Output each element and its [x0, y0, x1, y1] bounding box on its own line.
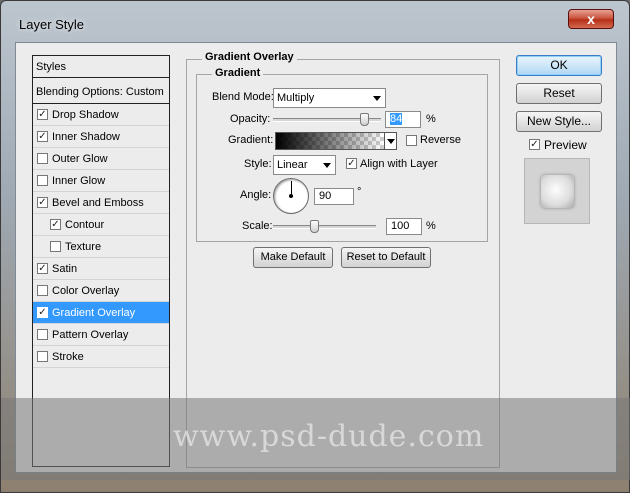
style-item-label: Gradient Overlay [52, 307, 136, 319]
preview-thumbnail [524, 158, 590, 224]
style-item-checkbox[interactable]: ✓ [37, 109, 48, 120]
style-item-contour[interactable]: ✓ Contour [33, 214, 169, 236]
style-item-outer-glow[interactable]: Outer Glow [33, 148, 169, 170]
style-item-drop-shadow[interactable]: ✓ Drop Shadow [33, 104, 169, 126]
blend-mode-select[interactable]: Multiply [273, 88, 386, 108]
chevron-down-icon [387, 139, 395, 144]
style-item-color-overlay[interactable]: Color Overlay [33, 280, 169, 302]
align-with-layer-checkbox[interactable]: ✓ [346, 158, 357, 169]
reset-to-default-button[interactable]: Reset to Default [341, 247, 431, 268]
gradient-overlay-title: Gradient Overlay [202, 51, 297, 63]
style-item-label: Drop Shadow [52, 109, 119, 121]
angle-input[interactable]: 90 [314, 188, 354, 205]
style-item-inner-shadow[interactable]: ✓ Inner Shadow [33, 126, 169, 148]
style-item-stroke[interactable]: Stroke [33, 346, 169, 368]
make-default-button[interactable]: Make Default [253, 247, 333, 268]
ok-button[interactable]: OK [516, 55, 602, 76]
style-item-label: Texture [65, 241, 102, 253]
style-item-checkbox[interactable] [37, 175, 48, 186]
chevron-down-icon [373, 96, 381, 101]
angle-dial[interactable] [273, 178, 309, 214]
style-item-label: Pattern Overlay [52, 329, 129, 341]
style-item-label: Stroke [52, 351, 84, 363]
gradient-label: Gradient: [228, 134, 274, 146]
chevron-down-icon [323, 163, 331, 168]
style-item-bevel-and-emboss[interactable]: ✓ Bevel and Emboss [33, 192, 169, 214]
style-item-inner-glow[interactable]: Inner Glow [33, 170, 169, 192]
dialog-title: Layer Style [19, 17, 85, 32]
close-button[interactable]: x [568, 9, 614, 29]
style-item-checkbox[interactable] [50, 241, 61, 252]
style-item-texture[interactable]: Texture [33, 236, 169, 258]
gradient-title: Gradient [212, 67, 264, 79]
scale-slider-track[interactable] [273, 225, 376, 229]
opacity-label: Opacity: [230, 113, 271, 125]
angle-label: Angle: [240, 189, 272, 201]
style-item-gradient-overlay[interactable]: ✓ Gradient Overlay [33, 302, 169, 324]
opacity-input[interactable]: 84 [385, 111, 421, 128]
reset-button[interactable]: Reset [516, 83, 602, 104]
opacity-value: 84 [390, 113, 403, 125]
style-item-checkbox[interactable] [37, 329, 48, 340]
reverse-label: Reverse [420, 134, 461, 146]
preview-swatch [541, 175, 574, 208]
style-item-label: Satin [52, 263, 78, 275]
angle-value: 90 [319, 190, 332, 202]
style-item-satin[interactable]: ✓ Satin [33, 258, 169, 280]
align-with-layer-label: Align with Layer [360, 158, 438, 170]
title-bar[interactable]: Layer Style x [1, 1, 629, 41]
style-item-label: Color Overlay [52, 285, 120, 297]
style-item-checkbox[interactable]: ✓ [37, 307, 48, 318]
blend-mode-value: Multiply [277, 92, 315, 104]
style-item-label: Bevel and Emboss [52, 197, 144, 209]
preview-label: Preview [544, 138, 587, 152]
style-item-checkbox[interactable] [37, 153, 48, 164]
style-item-checkbox[interactable] [37, 285, 48, 296]
angle-dial-center [289, 194, 293, 198]
style-item-label: Inner Glow [52, 175, 106, 187]
style-item-label: Outer Glow [52, 153, 108, 165]
scale-slider-thumb[interactable] [310, 220, 320, 233]
blending-options-item[interactable]: Blending Options: Custom [33, 80, 169, 104]
style-item-label: Contour [65, 219, 105, 231]
style-item-checkbox[interactable]: ✓ [37, 197, 48, 208]
blend-mode-label: Blend Mode: [212, 91, 274, 103]
style-label: Style: [244, 158, 272, 170]
scale-input[interactable]: 100 [386, 218, 422, 235]
preview-checkbox[interactable]: ✓ [529, 139, 540, 150]
gradient-dropdown-button[interactable] [384, 132, 397, 150]
layer-style-dialog: Layer Style x Styles Blending Options: C… [0, 0, 630, 493]
scale-value: 100 [391, 220, 410, 232]
watermark-text: www.psd-dude.com [173, 419, 485, 454]
style-item-checkbox[interactable]: ✓ [37, 131, 48, 142]
gradient-style-select[interactable]: Linear [273, 155, 336, 175]
reverse-checkbox[interactable] [406, 135, 417, 146]
style-item-label: Inner Shadow [52, 131, 120, 143]
opacity-slider-thumb[interactable] [359, 113, 369, 126]
angle-unit: ° [357, 186, 362, 198]
gradient-swatch[interactable] [275, 132, 385, 150]
new-style-button[interactable]: New Style... [516, 111, 602, 132]
scale-unit: % [426, 220, 436, 232]
gradient-style-value: Linear [277, 159, 308, 171]
style-item-checkbox[interactable]: ✓ [37, 263, 48, 274]
style-item-checkbox[interactable]: ✓ [50, 219, 61, 230]
styles-header[interactable]: Styles [33, 56, 169, 78]
style-items: ✓ Drop Shadow ✓ Inner Shadow Outer Glow Inner… [33, 104, 169, 368]
opacity-unit: % [426, 113, 436, 125]
scale-label: Scale: [242, 220, 273, 232]
style-item-pattern-overlay[interactable]: Pattern Overlay [33, 324, 169, 346]
style-item-checkbox[interactable] [37, 351, 48, 362]
